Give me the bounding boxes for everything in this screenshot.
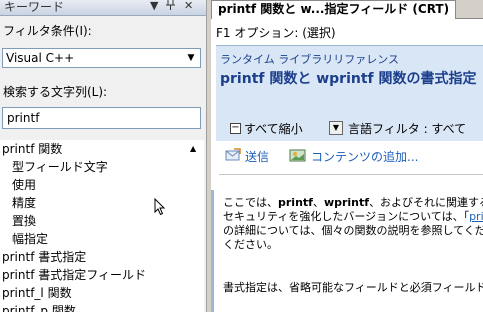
keyword-pane: キーワード ▼ ✕ フィルタ条件(I): Visual C++ ▼ 検索する文字… [0,0,206,312]
page-title: printf 関数と wprintf 関数の書式指定 [220,71,477,87]
dropdown-icon[interactable]: ▼ [150,0,158,12]
scroll-up-arrow-icon[interactable]: ▲ [190,144,196,153]
collapse-icon[interactable]: − [230,123,241,134]
list-item[interactable]: printf_l 関数 [2,284,72,302]
mouse-cursor-icon [154,197,166,219]
list-item[interactable]: 幅指定 [12,230,48,248]
body-line: ください。 [223,238,278,251]
filter-select-value: Visual C++ [6,51,75,65]
body-paragraph: 書式指定は、省略可能なフィールドと必須フィールド [223,281,483,294]
keyword-pane-header: キーワード ▼ ✕ [0,0,206,16]
list-item[interactable]: printf 書式指定 [2,248,86,266]
body-text-segment: 、 [312,196,324,209]
tab-document[interactable]: printf 関数と w...指定フィールド (CRT) [211,0,457,19]
printf-link[interactable]: prin [469,210,483,223]
document-tabstrip: printf 関数と w...指定フィールド (CRT) [211,0,483,19]
filter-label: フィルタ条件(I): [3,24,92,38]
body-line: ここでは、printf、wprintf、およびそれに関連する [223,196,483,210]
search-label: 検索する文字列(L): [3,85,108,99]
search-input[interactable] [2,107,201,129]
body-text-segment: セキュリティを強化したバージョンについては、「 [223,210,470,223]
list-item[interactable]: 使用 [12,176,36,194]
collapse-all-link[interactable]: すべて縮小 [244,120,303,137]
index-list: printf 関数 型フィールド文字 使用 精度 置換 幅指定 printf 書… [0,140,204,312]
section-divider [219,174,483,175]
f1-option-text: F1 オプション: (選択) [216,26,336,40]
list-item[interactable]: printf 書式指定フィールド [2,266,146,284]
body-text-segment: ここでは、 [223,196,278,209]
pin-icon[interactable] [166,0,175,13]
list-item[interactable]: printf 関数 [2,140,62,158]
body-keyword: wprintf [323,196,370,209]
list-item[interactable]: 型フィールド文字 [12,158,108,176]
body-line: の詳細については、個々の関数の説明を参照してくだ [223,224,483,237]
list-item[interactable]: 置換 [12,212,36,230]
help-document-pane: printf 関数と w...指定フィールド (CRT) F1 オプション: (… [211,0,483,312]
runtime-reference-label: ランタイム ライブラリリファレンス [220,53,400,66]
body-keyword: printf [278,196,313,209]
chevron-down-icon[interactable]: ▼ [183,50,199,66]
close-icon[interactable]: ✕ [184,0,193,12]
send-icon[interactable] [225,148,241,165]
add-content-link[interactable]: コンテンツの追加... [311,148,418,165]
keyword-pane-title: キーワード [4,0,65,14]
language-filter[interactable]: 言語フィルタ : すべて [348,120,466,137]
body-text-segment: 、およびそれに関連する [369,196,483,209]
body-line: セキュリティを強化したバージョンについては、「prin [223,210,483,224]
content-edge-marker [211,190,214,312]
list-item[interactable]: printf_p 関数 [2,302,76,312]
document-body: ここでは、printf、wprintf、およびそれに関連する セキュリティを強化… [223,196,483,252]
add-content-icon[interactable] [289,148,307,165]
chevron-down-icon[interactable]: ▼ [329,121,343,135]
document-header-band: ランタイム ライブラリリファレンス printf 関数と wprintf 関数の… [216,45,483,141]
filter-select[interactable]: Visual C++ ▼ [2,48,201,68]
list-item[interactable]: 精度 [12,194,36,212]
send-link[interactable]: 送信 [245,148,269,165]
